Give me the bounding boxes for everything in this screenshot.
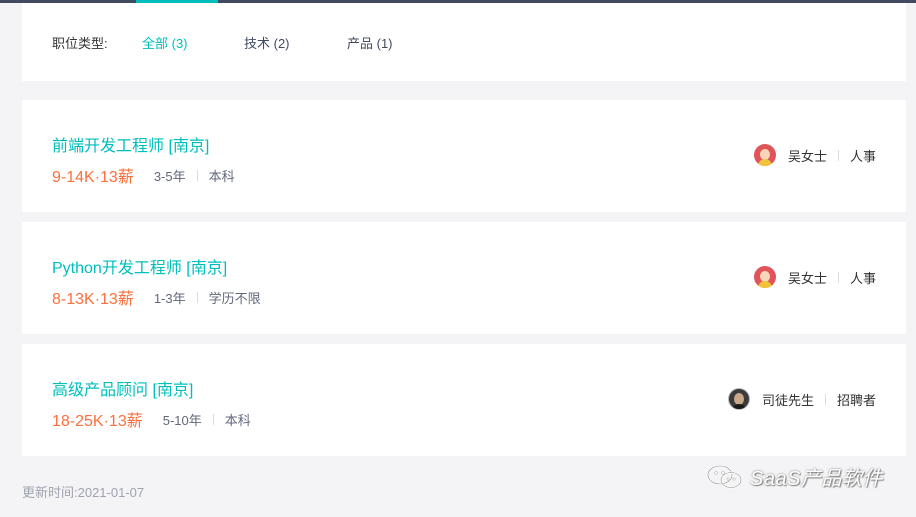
job-education: 本科 <box>208 168 235 184</box>
job-card[interactable]: 前端开发工程师 [南京] 9-14K·13薪 3-5年 本科 吴女士 人事 <box>22 100 906 212</box>
recruiter-info[interactable]: 司徒先生 招聘者 <box>727 388 876 410</box>
recruiter-name: 吴女士 <box>787 270 827 286</box>
job-education: 学历不限 <box>208 290 261 306</box>
divider <box>824 393 826 405</box>
filter-tab-tech[interactable]: 技术 (2) <box>244 33 290 52</box>
recruiter-name: 司徒先生 <box>761 392 814 408</box>
filter-label: 职位类型: <box>52 36 108 51</box>
job-title[interactable]: Python开发工程师 [南京] <box>52 254 227 278</box>
filter-tab-all[interactable]: 全部 (3) <box>142 33 188 52</box>
job-meta: 18-25K·13薪 5-10年 本科 <box>52 407 251 431</box>
job-title[interactable]: 高级产品顾问 [南京] <box>52 376 193 400</box>
watermark-text: SaaS产品软件 <box>750 468 883 490</box>
job-salary: 8-13K·13薪 <box>52 291 134 308</box>
divider <box>196 169 198 181</box>
job-salary: 9-14K·13薪 <box>52 169 134 186</box>
wechat-icon <box>706 464 744 490</box>
recruiter-name: 吴女士 <box>787 148 827 164</box>
update-time: 更新时间:2021-01-07 <box>22 485 145 500</box>
divider <box>196 291 198 303</box>
male-avatar-icon <box>727 388 750 410</box>
job-experience: 5-10年 <box>162 412 202 428</box>
job-card[interactable]: Python开发工程师 [南京] 8-13K·13薪 1-3年 学历不限 吴女士… <box>22 222 906 334</box>
job-salary: 18-25K·13薪 <box>52 413 143 430</box>
recruiter-role: 人事 <box>849 270 876 286</box>
job-meta: 9-14K·13薪 3-5年 本科 <box>52 163 235 187</box>
job-meta: 8-13K·13薪 1-3年 学历不限 <box>52 285 261 309</box>
job-card[interactable]: 高级产品顾问 [南京] 18-25K·13薪 5-10年 本科 司徒先生 招聘者 <box>22 344 906 456</box>
job-education: 本科 <box>224 412 251 428</box>
recruiter-role: 招聘者 <box>836 392 876 408</box>
job-experience: 1-3年 <box>153 290 186 306</box>
job-experience: 3-5年 <box>153 168 186 184</box>
job-type-filter: 职位类型: 全部 (3) 技术 (2) 产品 (1) <box>22 3 906 81</box>
divider <box>212 413 214 425</box>
female-avatar-icon <box>753 266 776 288</box>
job-title[interactable]: 前端开发工程师 [南京] <box>52 132 209 156</box>
watermark: SaaS产品软件 <box>706 462 883 491</box>
divider <box>837 149 839 161</box>
female-avatar-icon <box>753 144 776 166</box>
recruiter-role: 人事 <box>849 148 876 164</box>
filter-tab-product[interactable]: 产品 (1) <box>347 33 393 52</box>
recruiter-info[interactable]: 吴女士 人事 <box>753 266 876 288</box>
divider <box>837 271 839 283</box>
recruiter-info[interactable]: 吴女士 人事 <box>753 144 876 166</box>
